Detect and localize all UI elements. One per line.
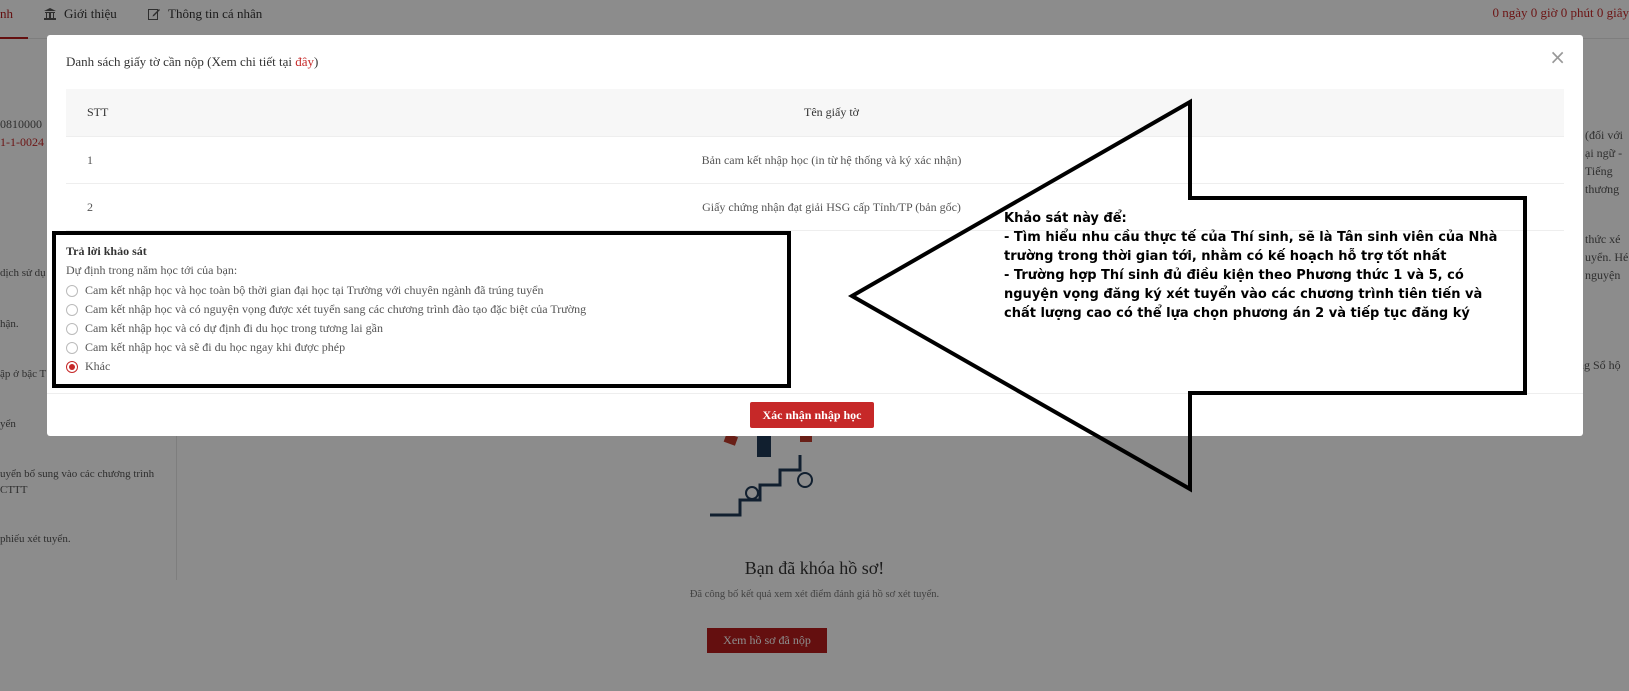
annotation-note: Khảo sát này để: - Tìm hiểu nhu cầu thực…: [1004, 209, 1514, 323]
annotation-line: Khảo sát này để:: [1004, 211, 1127, 226]
annotation-line: - Trường hợp Thí sinh đủ điều kiện theo …: [1004, 268, 1483, 321]
annotation-line: - Tìm hiểu nhu cầu thực tế của Thí sinh,…: [1004, 230, 1498, 264]
arrow-annotation: [847, 98, 1527, 493]
